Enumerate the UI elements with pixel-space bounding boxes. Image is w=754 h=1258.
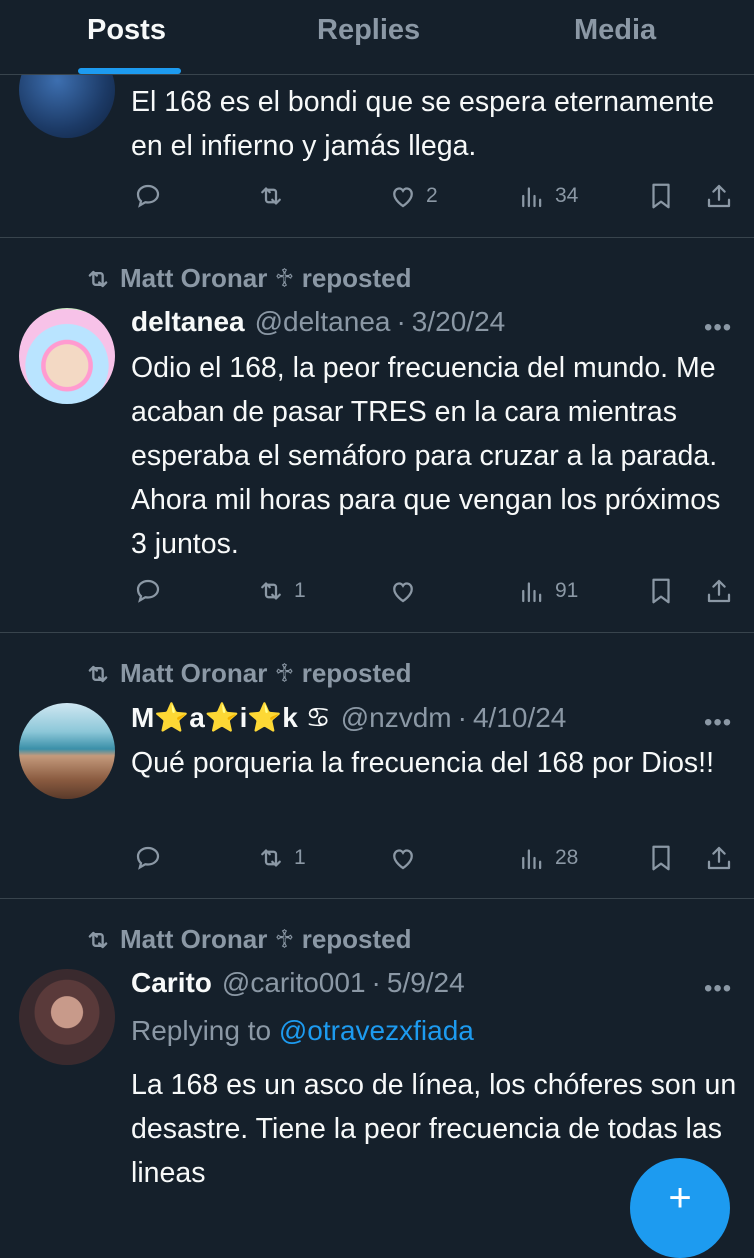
post-date[interactable]: 5/9/24 xyxy=(387,967,465,999)
bookmark-icon xyxy=(652,578,670,604)
display-name[interactable]: M⭐a⭐i⭐k ♋︎ xyxy=(131,701,331,734)
reply-button[interactable] xyxy=(133,176,171,216)
views-button[interactable]: 28 xyxy=(517,838,578,878)
repost-indicator: Matt Oronar ♱ reposted xyxy=(84,924,412,955)
share-button[interactable] xyxy=(704,176,734,216)
repost-label: Matt Oronar ♱ reposted xyxy=(120,658,412,688)
like-icon xyxy=(393,849,413,870)
like-icon xyxy=(393,187,413,208)
like-button[interactable]: 2 xyxy=(388,176,438,216)
post-date[interactable]: 4/10/24 xyxy=(473,702,566,734)
views-button[interactable]: 34 xyxy=(517,176,578,216)
like-button[interactable] xyxy=(388,571,426,611)
tab-posts[interactable]: Posts xyxy=(87,14,166,47)
user-handle[interactable]: @nzvdm xyxy=(341,702,452,734)
post-text: Odio el 168, la peor frecuencia del mund… xyxy=(131,352,721,560)
repost-count: 1 xyxy=(294,846,306,869)
post-text: El 168 es el bondi que se espera eternam… xyxy=(131,86,715,162)
plus-icon: + xyxy=(668,1176,692,1220)
avatar[interactable] xyxy=(19,703,115,799)
bookmark-button[interactable] xyxy=(646,571,676,611)
like-button[interactable] xyxy=(388,838,426,878)
separator-dot: · xyxy=(371,967,381,998)
views-button[interactable]: 91 xyxy=(517,571,578,611)
post-item[interactable]: Matt Oronar ♱ reposted Carito @carito001… xyxy=(0,899,754,1200)
reply-icon xyxy=(136,579,160,603)
views-icon xyxy=(522,849,542,870)
bookmark-button[interactable] xyxy=(646,838,676,878)
repost-label: Matt Oronar ♱ reposted xyxy=(120,263,412,293)
view-count: 28 xyxy=(555,846,579,869)
reply-icon xyxy=(136,846,160,870)
post-actions: 1 28 xyxy=(0,838,754,878)
post-item[interactable]: Matt Oronar ♱ reposted M⭐a⭐i⭐k ♋︎ @nzvdm… xyxy=(0,633,754,899)
post-header: deltanea @deltanea · 3/20/24 xyxy=(131,306,505,338)
repost-icon xyxy=(88,931,108,948)
bookmark-button[interactable] xyxy=(646,176,676,216)
share-button[interactable] xyxy=(704,571,734,611)
post-header: Carito @carito001 · 5/9/24 xyxy=(131,967,465,999)
tab-replies[interactable]: Replies xyxy=(317,14,420,47)
tab-media[interactable]: Media xyxy=(574,14,656,47)
post-date[interactable]: 3/20/24 xyxy=(412,306,505,338)
active-tab-indicator xyxy=(78,68,181,74)
avatar[interactable] xyxy=(19,308,115,404)
avatar[interactable] xyxy=(19,969,115,1065)
post-text: Qué porqueria la frecuencia del 168 por … xyxy=(131,747,715,779)
post-header: M⭐a⭐i⭐k ♋︎ @nzvdm · 4/10/24 xyxy=(131,701,566,734)
post-actions: 2 34 xyxy=(0,176,754,216)
repost-icon xyxy=(88,665,108,682)
repost-label: Matt Oronar ♱ reposted xyxy=(120,924,412,954)
like-icon xyxy=(393,582,413,603)
display-name[interactable]: Carito xyxy=(131,967,212,999)
separator-dot: · xyxy=(396,306,406,337)
repost-icon xyxy=(261,849,281,867)
bookmark-icon xyxy=(652,183,670,209)
like-count: 2 xyxy=(426,184,438,207)
bookmark-icon xyxy=(652,845,670,871)
repost-button[interactable]: 1 xyxy=(256,838,306,878)
replying-to-link[interactable]: @otravezxfiada xyxy=(279,1015,474,1046)
view-count: 91 xyxy=(555,579,579,602)
reply-button[interactable] xyxy=(133,571,171,611)
replying-to: Replying to @otravezxfiada xyxy=(131,1015,474,1047)
compose-button[interactable]: + xyxy=(630,1158,730,1258)
repost-icon xyxy=(261,582,281,600)
display-name[interactable]: deltanea xyxy=(131,306,245,338)
share-button[interactable] xyxy=(704,838,734,878)
more-options-icon[interactable]: ••• xyxy=(704,975,732,1003)
share-icon xyxy=(707,184,731,208)
views-icon xyxy=(522,582,542,603)
share-icon xyxy=(707,579,731,603)
post-item[interactable]: Matt Oronar ♱ reposted deltanea @deltane… xyxy=(0,238,754,633)
user-handle[interactable]: @deltanea xyxy=(255,306,391,338)
repost-indicator: Matt Oronar ♱ reposted xyxy=(84,263,412,294)
reply-icon xyxy=(136,184,160,208)
repost-button[interactable]: 1 xyxy=(256,571,306,611)
repost-icon xyxy=(261,187,281,205)
post-actions: 1 91 xyxy=(0,571,754,611)
more-options-icon[interactable]: ••• xyxy=(704,314,732,342)
profile-tab-bar: Posts Replies Media xyxy=(0,0,754,75)
share-icon xyxy=(707,846,731,870)
view-count: 34 xyxy=(555,184,579,207)
views-icon xyxy=(522,187,542,208)
reply-button[interactable] xyxy=(133,838,171,878)
user-handle[interactable]: @carito001 xyxy=(222,967,366,999)
repost-icon xyxy=(88,270,108,287)
more-options-icon[interactable]: ••• xyxy=(704,709,732,737)
repost-indicator: Matt Oronar ♱ reposted xyxy=(84,658,412,689)
repost-button[interactable] xyxy=(256,176,294,216)
separator-dot: · xyxy=(457,701,467,733)
repost-count: 1 xyxy=(294,579,306,602)
replying-prefix: Replying to xyxy=(131,1015,272,1046)
